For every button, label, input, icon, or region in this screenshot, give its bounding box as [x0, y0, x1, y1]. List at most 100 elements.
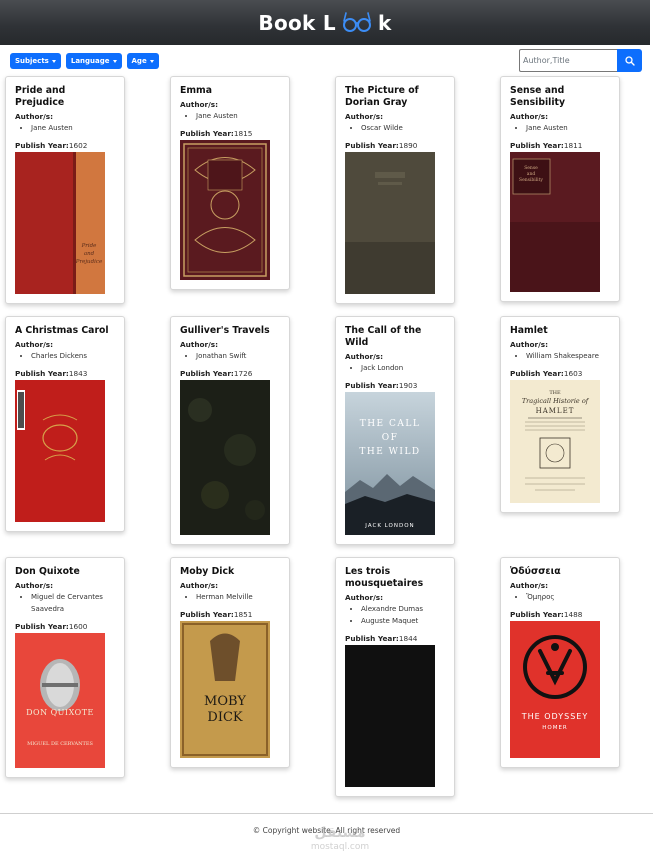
publish-year-value: 1603	[563, 369, 583, 378]
book-title[interactable]: A Christmas Carol	[15, 325, 115, 337]
book-title[interactable]: Gulliver's Travels	[180, 325, 280, 337]
publish-year: Publish Year:1890	[345, 140, 445, 151]
book-cover-image[interactable]	[180, 380, 270, 535]
book-cover-image[interactable]	[345, 645, 435, 787]
book-title[interactable]: Emma	[180, 85, 280, 97]
svg-text:THE WILD: THE WILD	[359, 447, 420, 457]
book-cover-image[interactable]: MOBY DICK	[180, 621, 270, 758]
authors-list: Alexandre Dumas Auguste Maquet	[345, 603, 445, 627]
book-card[interactable]: Pride and Prejudice Author/s: Jane Auste…	[5, 76, 125, 304]
authors-label: Author/s:	[510, 112, 549, 121]
svg-text:DON QUIXOTE: DON QUIXOTE	[26, 708, 94, 717]
svg-text:OF: OF	[382, 433, 399, 443]
book-card[interactable]: Don Quixote Author/s: Miguel de Cervante…	[5, 557, 125, 778]
book-card[interactable]: Gulliver's Travels Author/s: Jonathan Sw…	[170, 316, 290, 545]
svg-text:Tragicall Historie of: Tragicall Historie of	[522, 397, 590, 405]
book-card[interactable]: Moby Dick Author/s: Herman Melville Publ…	[170, 557, 290, 768]
publish-year-label: Publish Year:	[15, 622, 69, 631]
author-item: Herman Melville	[196, 591, 280, 603]
publish-year-value: 1815	[233, 129, 253, 138]
publish-year-label: Publish Year:	[510, 141, 564, 150]
book-title[interactable]: Moby Dick	[180, 566, 280, 578]
book-title[interactable]: The Picture of Dorian Gray	[345, 85, 445, 109]
publish-year-label: Publish Year:	[345, 634, 399, 643]
authors-list: Jack London	[345, 362, 445, 374]
authors-label: Author/s:	[345, 593, 384, 602]
publish-year: Publish Year:1815	[180, 128, 280, 139]
svg-text:HOMER: HOMER	[542, 725, 568, 731]
publish-year-value: 1488	[563, 610, 583, 619]
publish-year-value: 1851	[233, 610, 253, 619]
authors-list: Oscar Wilde	[345, 122, 445, 134]
book-title[interactable]: Sense and Sensibility	[510, 85, 610, 109]
book-card[interactable]: Emma Author/s: Jane Austen Publish Year:…	[170, 76, 290, 290]
svg-text:THE CALL: THE CALL	[360, 419, 421, 429]
publish-year-label: Publish Year:	[15, 141, 69, 150]
publish-year-label: Publish Year:	[345, 141, 399, 150]
authors-list: Charles Dickens	[15, 350, 115, 362]
book-card[interactable]: Sense and Sensibility Author/s: Jane Aus…	[500, 76, 620, 302]
book-cover-image[interactable]: THE ODYSSEY HOMER	[510, 621, 600, 758]
book-card[interactable]: A Christmas Carol Author/s: Charles Dick…	[5, 316, 125, 532]
publish-year-value: 1844	[398, 634, 418, 643]
book-title[interactable]: Hamlet	[510, 325, 610, 337]
author-item: Miguel de Cervantes Saavedra	[31, 591, 115, 615]
footer-divider	[0, 813, 653, 814]
publish-year-label: Publish Year:	[510, 369, 564, 378]
authors-label: Author/s:	[510, 340, 549, 349]
publish-year-label: Publish Year:	[510, 610, 564, 619]
book-title[interactable]: Don Quixote	[15, 566, 115, 578]
book-cover-image[interactable]: DON QUIXOTE MIGUEL DE CERVANTES	[15, 633, 105, 768]
svg-text:DICK: DICK	[207, 710, 243, 725]
book-cover-image[interactable]: Pride and Prejudice	[15, 152, 105, 294]
book-title[interactable]: Pride and Prejudice	[15, 85, 115, 109]
publish-year-value: 1600	[68, 622, 88, 631]
book-card[interactable]: Ὀδύσσεια Author/s: Ὅμηρος Publish Year:1…	[500, 557, 620, 768]
book-title[interactable]: Ὀδύσσεια	[510, 566, 610, 578]
svg-text:Pride: Pride	[81, 243, 98, 249]
publish-year: Publish Year:1903	[345, 380, 445, 391]
authors-label: Author/s:	[345, 352, 384, 361]
authors-list: Jonathan Swift	[180, 350, 280, 362]
authors-list: Jane Austen	[15, 122, 115, 134]
book-cover-image[interactable]: THE CALL OF THE WILD JACK LONDON	[345, 392, 435, 535]
book-cover-image[interactable]: THE Tragicall Historie of HAMLET	[510, 380, 600, 503]
svg-text:JACK LONDON: JACK LONDON	[364, 523, 414, 529]
book-card[interactable]: Hamlet Author/s: William Shakespeare Pub…	[500, 316, 620, 513]
publish-year: Publish Year:1811	[510, 140, 610, 151]
author-item: Jane Austen	[526, 122, 610, 134]
watermark-arabic: مستقل	[314, 825, 366, 841]
publish-year-value: 1602	[68, 141, 88, 150]
publish-year-value: 1890	[398, 141, 418, 150]
book-cover-image[interactable]	[180, 140, 270, 280]
publish-year-label: Publish Year:	[180, 369, 234, 378]
publish-year-value: 1843	[68, 369, 88, 378]
publish-year: Publish Year:1600	[15, 621, 115, 632]
authors-list: William Shakespeare	[510, 350, 610, 362]
book-cover-image[interactable]	[15, 380, 105, 522]
book-card[interactable]: The Call of the Wild Author/s: Jack Lond…	[335, 316, 455, 545]
book-title[interactable]: Les trois mousquetaires	[345, 566, 445, 590]
authors-label: Author/s:	[15, 340, 54, 349]
author-item: Ὅμηρος	[526, 591, 610, 603]
book-grid: Pride and Prejudice Author/s: Jane Auste…	[0, 0, 653, 867]
publish-year-value: 1903	[398, 381, 418, 390]
authors-label: Author/s:	[180, 340, 219, 349]
publish-year: Publish Year:1726	[180, 368, 280, 379]
authors-list: Miguel de Cervantes Saavedra	[15, 591, 115, 615]
book-card[interactable]: Les trois mousquetaires Author/s: Alexan…	[335, 557, 455, 797]
svg-text:THE: THE	[549, 390, 561, 396]
book-cover-image[interactable]	[345, 152, 435, 294]
book-title[interactable]: The Call of the Wild	[345, 325, 445, 349]
publish-year-label: Publish Year:	[345, 381, 399, 390]
svg-text:and: and	[527, 171, 536, 177]
publish-year-label: Publish Year:	[15, 369, 69, 378]
publish-year-label: Publish Year:	[180, 129, 234, 138]
authors-label: Author/s:	[180, 581, 219, 590]
book-cover-image[interactable]: Sense and Sensibility	[510, 152, 600, 292]
author-item: Alexandre Dumas	[361, 603, 445, 615]
author-item: Auguste Maquet	[361, 615, 445, 627]
book-card[interactable]: The Picture of Dorian Gray Author/s: Osc…	[335, 76, 455, 304]
authors-list: Herman Melville	[180, 591, 280, 603]
svg-text:MIGUEL DE CERVANTES: MIGUEL DE CERVANTES	[27, 741, 93, 747]
